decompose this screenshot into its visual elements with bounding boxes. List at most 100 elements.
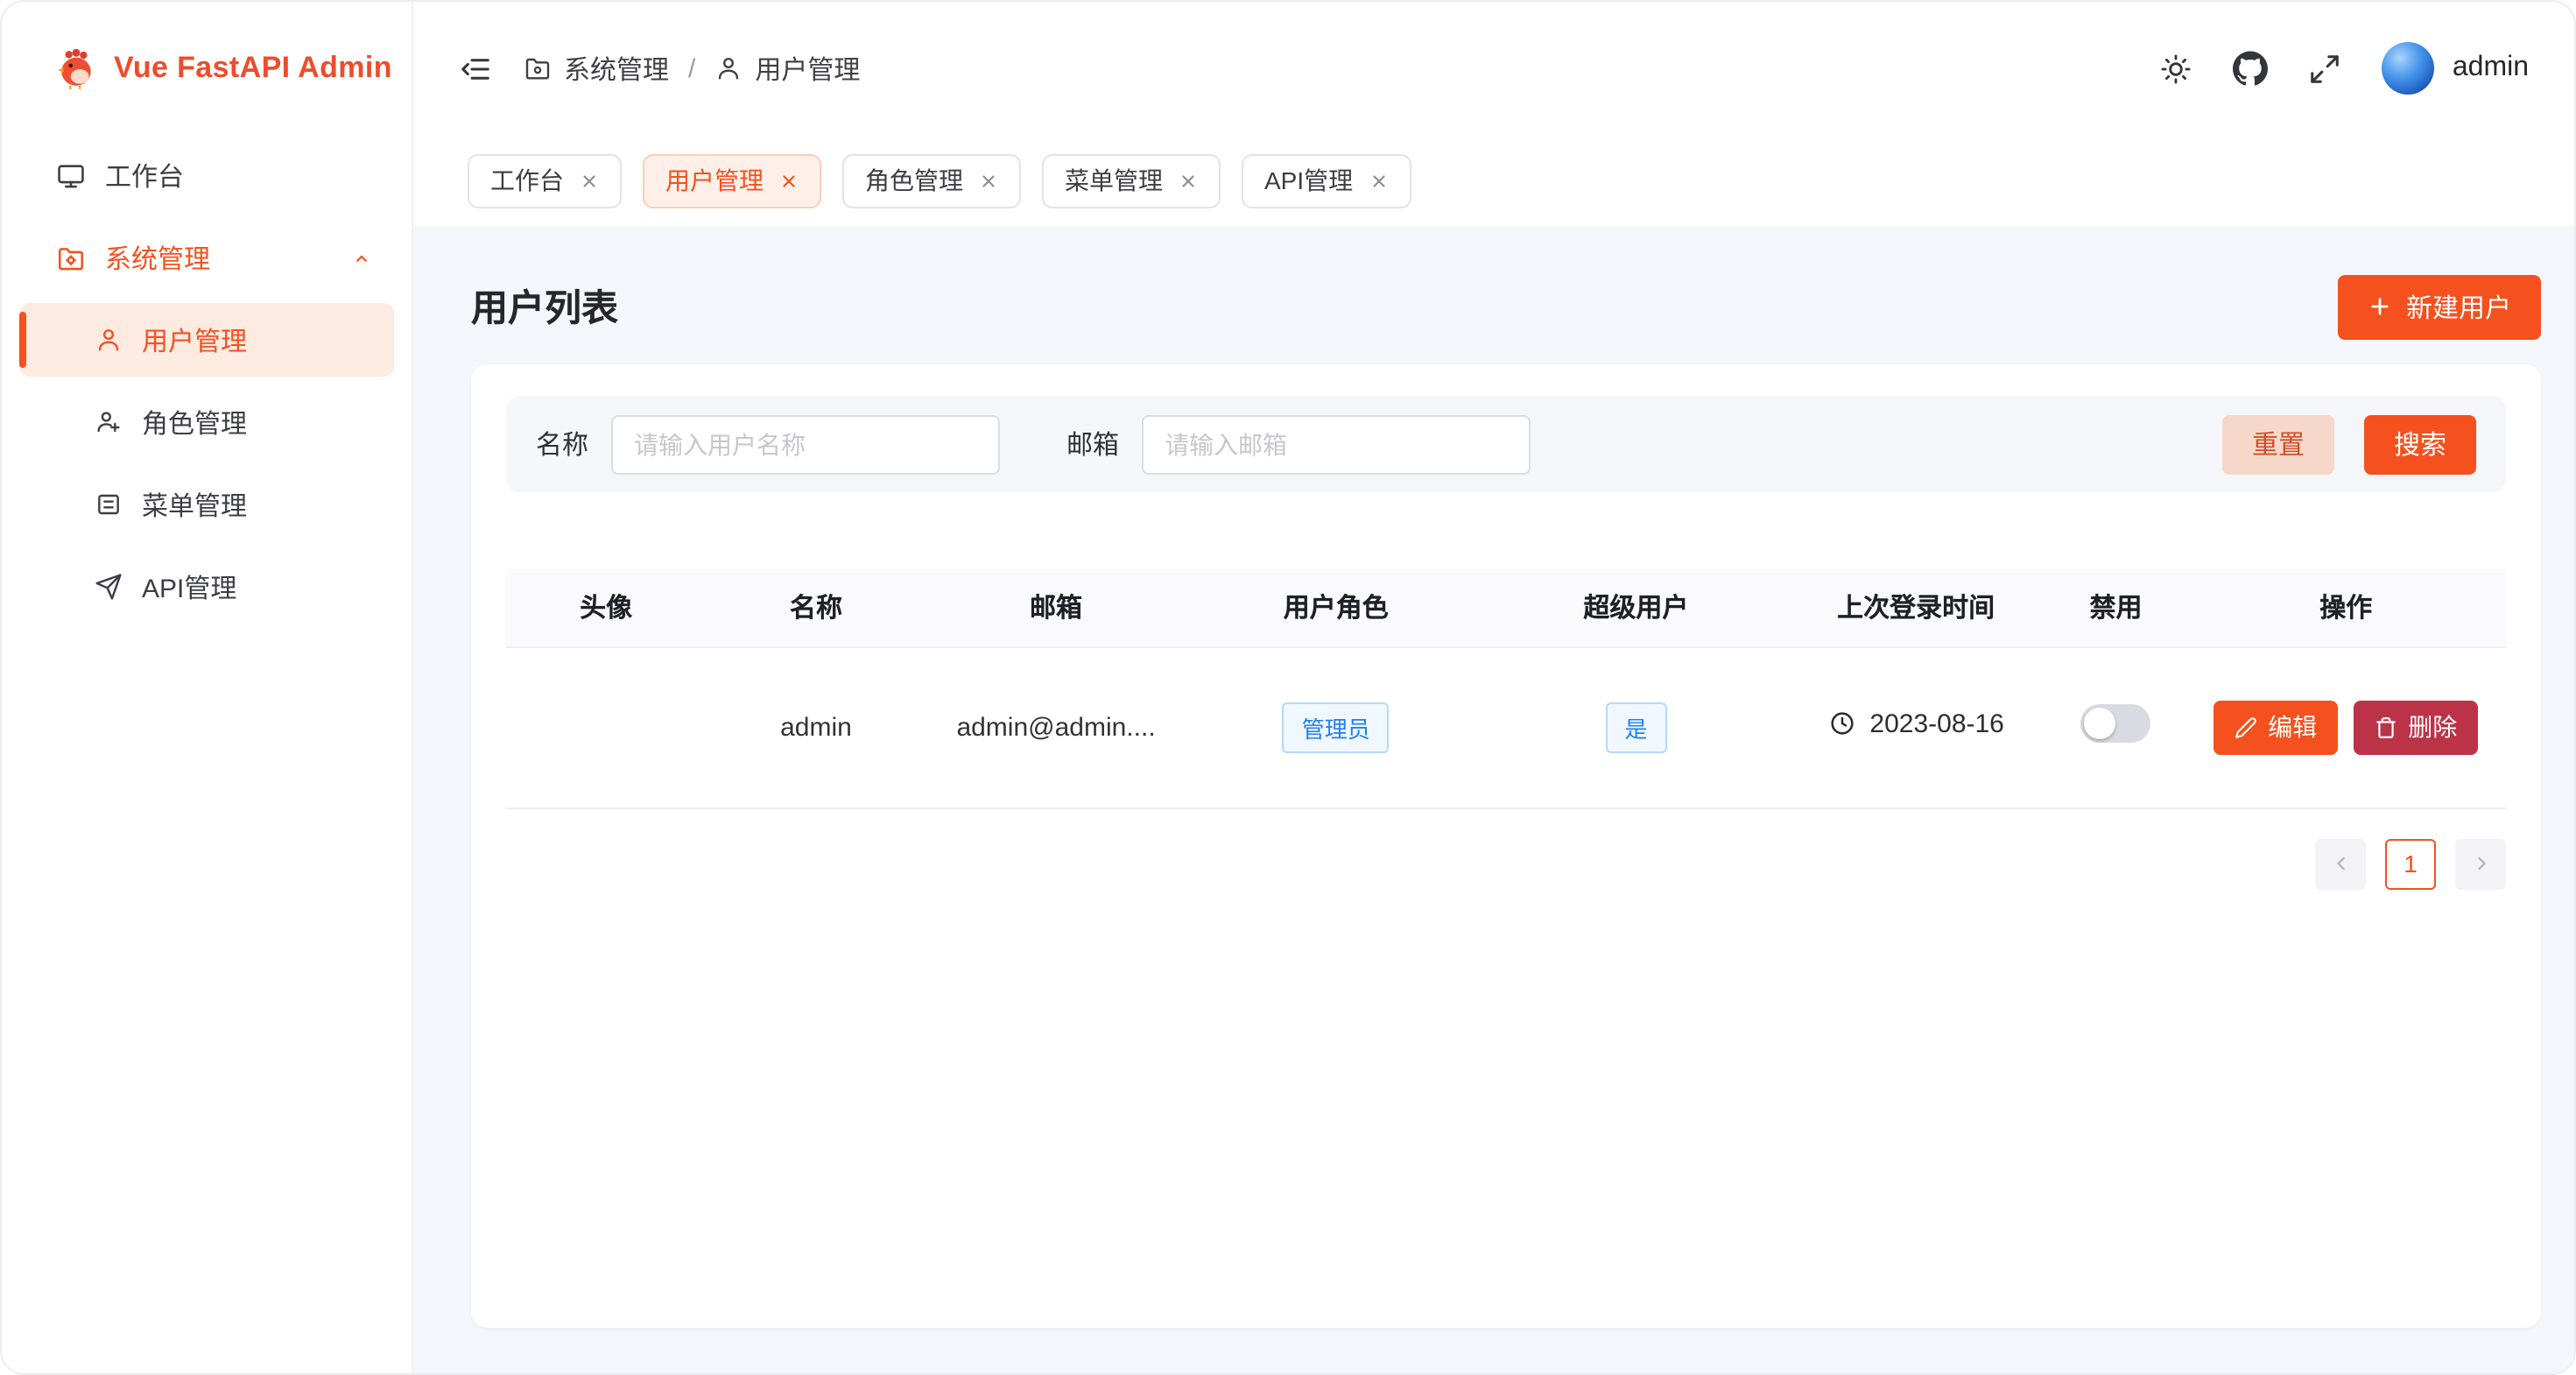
tab-label: 菜单管理 [1065,163,1163,198]
email-cell: admin@admin.... [926,646,1186,807]
users-table: 头像 名称 邮箱 用户角色 超级用户 上次登录时间 禁用 操作 [506,569,2506,808]
rocket-icon [95,573,123,601]
close-icon[interactable] [1179,171,1198,190]
pencil-icon [2235,716,2257,738]
sidebar-item-workbench[interactable]: 工作台 [19,138,394,212]
tab-roles[interactable]: 角色管理 [842,153,1021,208]
breadcrumb-item-users[interactable]: 用户管理 [714,50,860,87]
chicken-logo-icon [54,46,98,90]
page-title: 用户列表 [471,280,618,333]
close-icon[interactable] [580,171,599,190]
table-row: admin admin@admin.... 管理员 是 [506,646,2506,807]
sidebar-item-system[interactable]: 系统管理 [19,221,394,294]
user-icon [95,326,123,354]
avatar-cell [506,646,706,807]
column-name: 名称 [706,569,926,646]
clock-icon [1827,710,1855,738]
topbar-actions: admin [2160,42,2529,95]
tab-label: API管理 [1264,163,1353,198]
breadcrumb-label: 用户管理 [755,50,860,87]
sidebar-item-roles[interactable]: 角色管理 [19,385,394,459]
monitor-icon [56,160,86,190]
tab-label: 用户管理 [665,163,764,198]
folder-gear-icon [56,243,86,272]
close-icon[interactable] [779,171,799,190]
role-tag: 管理员 [1283,702,1390,752]
username: admin [2453,53,2529,84]
close-icon[interactable] [979,171,998,190]
brand-title: Vue FastAPI Admin [114,51,392,86]
search-button[interactable]: 搜索 [2364,414,2476,474]
reset-button[interactable]: 重置 [2222,414,2334,474]
delete-label: 删除 [2408,709,2457,744]
new-user-button[interactable]: 新建用户 [2338,274,2541,339]
sidebar-item-label: 系统管理 [105,239,210,276]
page-content: 用户列表 新建用户 名称 邮箱 重置 [413,226,2574,1373]
role-icon [95,408,123,436]
tab-workbench[interactable]: 工作台 [468,153,622,208]
column-role: 用户角色 [1186,569,1487,646]
sidebar-item-label: API管理 [142,568,236,605]
delete-button[interactable]: 删除 [2354,700,2478,754]
column-email: 邮箱 [926,569,1186,646]
sidebar-item-api[interactable]: API管理 [19,550,394,624]
filter-actions: 重置 搜索 [2222,414,2476,474]
fullscreen-icon[interactable] [2309,52,2342,85]
last-login-value: 2023-08-16 [1869,709,2003,739]
sidebar-menu: 工作台 系统管理 [2,135,412,627]
folder-gear-icon [524,54,552,82]
column-disabled: 禁用 [2046,569,2186,646]
filter-bar: 名称 邮箱 重置 搜索 [506,396,2506,492]
brand: Vue FastAPI Admin [2,2,412,135]
tabbar: 工作台 用户管理 角色管理 [413,135,2574,226]
sidebar-item-users[interactable]: 用户管理 [19,303,394,377]
column-last-login: 上次登录时间 [1786,569,2046,646]
name-filter-input[interactable] [611,414,1000,474]
user-menu[interactable]: admin [2382,42,2529,95]
theme-sun-icon[interactable] [2160,52,2193,85]
name-cell: admin [706,646,926,807]
sidebar-item-menus[interactable]: 菜单管理 [19,468,394,541]
sidebar: Vue FastAPI Admin 工作台 [2,2,413,1373]
tab-users[interactable]: 用户管理 [643,153,821,208]
email-filter-input[interactable] [1142,414,1531,474]
disabled-toggle[interactable] [2081,704,2151,743]
breadcrumb-separator: / [688,53,695,83]
column-avatar: 头像 [506,569,706,646]
avatar [2382,42,2435,95]
github-icon[interactable] [2234,51,2269,86]
pagination: 1 [506,838,2506,889]
pagination-page-1[interactable]: 1 [2385,838,2436,889]
breadcrumb-item-system[interactable]: 系统管理 [524,50,669,87]
topbar: 系统管理 / 用户管理 [413,2,2574,135]
sidebar-item-label: 菜单管理 [142,486,247,523]
tab-api[interactable]: API管理 [1242,153,1411,208]
tab-label: 角色管理 [865,163,963,198]
close-icon[interactable] [1369,171,1388,190]
chevron-right-icon [2470,853,2491,874]
edit-button[interactable]: 编辑 [2214,700,2338,754]
pagination-next-button[interactable] [2455,838,2506,889]
sidebar-item-label: 用户管理 [142,321,247,358]
actions-cell: 编辑 删除 [2185,646,2506,807]
user-icon [714,54,743,82]
breadcrumb: 系统管理 / 用户管理 [524,50,860,87]
page-head: 用户列表 新建用户 [471,257,2541,356]
app-window: Vue FastAPI Admin 工作台 [0,0,2576,1375]
superuser-tag: 是 [1605,702,1666,752]
role-cell: 管理员 [1186,646,1487,807]
sidebar-submenu-system: 用户管理 角色管理 [19,303,394,624]
sidebar-item-label: 工作台 [105,157,184,194]
main-area: 系统管理 / 用户管理 [413,2,2574,1373]
users-card: 名称 邮箱 重置 搜索 [471,364,2541,1328]
breadcrumb-label: 系统管理 [564,50,669,87]
new-user-label: 新建用户 [2406,288,2511,325]
plus-icon [2368,294,2392,319]
last-login-cell: 2023-08-16 [1786,646,2046,807]
tab-menus[interactable]: 菜单管理 [1042,153,1221,208]
trash-icon [2375,716,2397,738]
pagination-prev-button[interactable] [2315,838,2366,889]
email-filter-label: 邮箱 [1066,426,1119,462]
collapse-sidebar-icon[interactable] [459,52,492,85]
column-actions: 操作 [2185,569,2506,646]
